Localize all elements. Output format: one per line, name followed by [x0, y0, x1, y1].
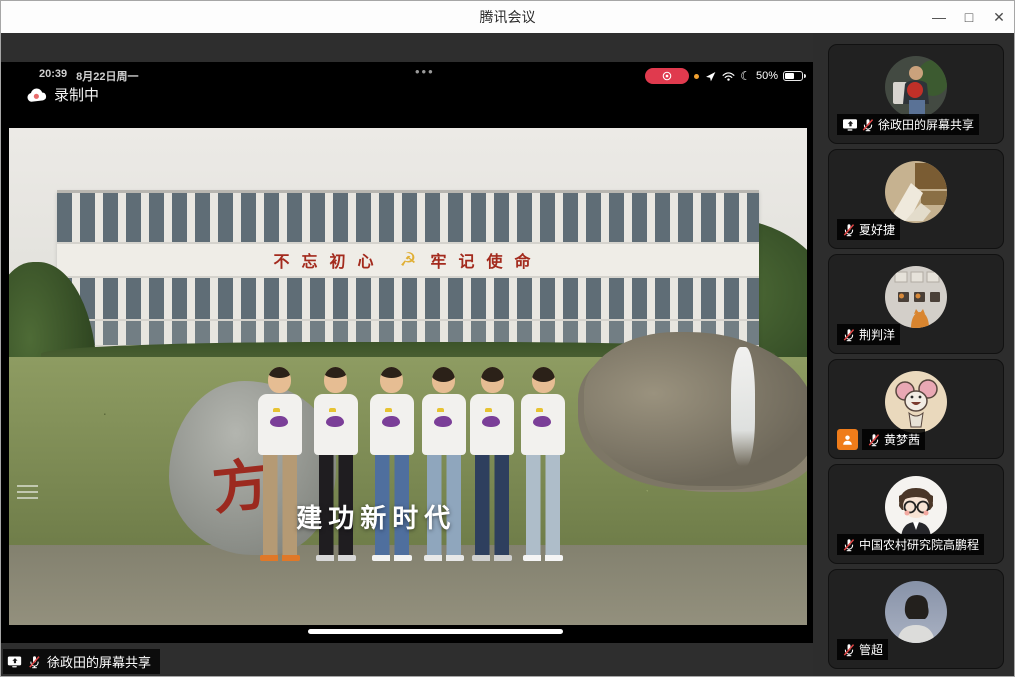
- participant-name: 夏好捷: [859, 221, 895, 238]
- person-figure: [310, 367, 362, 571]
- mic-muted-icon: [27, 655, 42, 669]
- recording-indicator: 录制中: [25, 84, 99, 105]
- participant-tile[interactable]: 黄梦茜: [828, 359, 1004, 459]
- party-emblem-icon: ☭: [399, 249, 416, 271]
- avatar: [885, 161, 947, 223]
- avatar: [885, 266, 947, 328]
- participant-tile[interactable]: 管超: [828, 569, 1004, 669]
- participant-tile[interactable]: 夏好捷: [828, 149, 1004, 249]
- person-figure: [254, 367, 306, 571]
- person-figure: [466, 367, 518, 571]
- window-title: 腾讯会议: [1, 7, 1014, 27]
- participant-name: 黄梦茜: [884, 431, 920, 448]
- record-icon: [661, 70, 673, 82]
- screen-record-pill: [645, 68, 689, 84]
- wifi-icon: [722, 70, 735, 83]
- mic-muted-icon: [842, 328, 856, 342]
- cloud-recording-icon: [25, 87, 47, 103]
- building-windows-row: [57, 278, 759, 321]
- avatar: [885, 56, 947, 118]
- participant-name: 荆判洋: [859, 326, 895, 343]
- more-dots-icon: •••: [415, 64, 435, 79]
- mic-muted-icon: [842, 223, 856, 237]
- phone-date: 8月22日周一: [76, 68, 138, 84]
- orange-privacy-dot: [694, 74, 699, 79]
- mic-muted-icon: [867, 433, 881, 447]
- participant-name: 徐政田的屏幕共享: [878, 116, 974, 133]
- meeting-content: 20:39 8月22日周一 录制中 ••• ☾ 50%: [1, 33, 1014, 676]
- participant-name: 管超: [859, 641, 883, 658]
- building-banner: 不忘初心 ☭ 牢记使命: [57, 244, 759, 278]
- building: 不忘初心 ☭ 牢记使命: [57, 190, 759, 347]
- location-arrow-icon: [704, 70, 717, 83]
- phone-time: 20:39: [39, 68, 67, 84]
- host-badge: [837, 429, 858, 450]
- list-watermark-icon: [17, 481, 38, 499]
- shared-phone-screen: 20:39 8月22日周一 录制中 ••• ☾ 50%: [1, 62, 813, 643]
- participant-tile[interactable]: 徐政田的屏幕共享: [828, 44, 1004, 144]
- avatar: [885, 371, 947, 433]
- banner-text-left: 不忘初心: [273, 248, 385, 272]
- person-figure: [418, 367, 470, 571]
- share-source-name: 徐政田的屏幕共享: [47, 652, 151, 671]
- title-bar: 腾讯会议 — □ ✕: [1, 1, 1014, 33]
- person-figure: [366, 367, 418, 571]
- phone-status-left: 20:39 8月22日周一: [39, 68, 139, 84]
- mic-muted-icon: [842, 538, 856, 552]
- mic-muted-icon: [861, 118, 875, 132]
- recording-label: 录制中: [54, 84, 99, 105]
- participant-name: 中国农村研究院高鹏程: [859, 536, 979, 553]
- screen-share-icon: [842, 118, 858, 132]
- building-windows-row: [57, 193, 759, 244]
- banner-text-right: 牢记使命: [431, 248, 543, 272]
- rockery: [584, 332, 807, 486]
- battery-percent: 50%: [756, 70, 778, 82]
- person-icon: [841, 433, 854, 446]
- meeting-window: 腾讯会议 — □ ✕ 20:39 8月22日周一 录制中 •••: [0, 0, 1015, 677]
- participant-tile[interactable]: 荆判洋: [828, 254, 1004, 354]
- avatar: [885, 581, 947, 643]
- waterfall: [731, 347, 755, 466]
- shared-screen-stage[interactable]: 20:39 8月22日周一 录制中 ••• ☾ 50%: [1, 33, 813, 676]
- screen-share-icon: [7, 655, 22, 669]
- person-figure: [517, 367, 569, 571]
- battery-icon: [783, 71, 803, 81]
- photo-caption: 建功新时代: [296, 498, 456, 535]
- participant-tile[interactable]: 中国农村研究院高鹏程: [828, 464, 1004, 564]
- do-not-disturb-moon-icon: ☾: [740, 70, 751, 82]
- participants-sidebar: 徐政田的屏幕共享 夏好捷: [813, 33, 1014, 676]
- home-indicator-bar: [308, 629, 563, 634]
- shared-photo: 不忘初心 ☭ 牢记使命 方: [9, 128, 807, 625]
- avatar: [885, 476, 947, 538]
- share-source-label: 徐政田的屏幕共享: [3, 649, 160, 674]
- mic-muted-icon: [842, 643, 856, 657]
- phone-status-right: ☾ 50%: [645, 67, 807, 85]
